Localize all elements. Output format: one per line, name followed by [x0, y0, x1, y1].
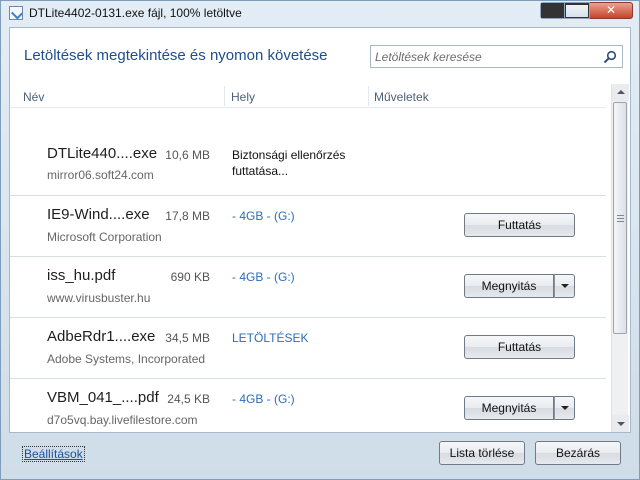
open-button[interactable]: Megnyitás [464, 396, 554, 420]
clear-list-button[interactable]: Lista törlése [439, 441, 525, 465]
download-row[interactable]: VBM_041_....pdf 24,5 KB d7o5vq.bay.livef… [10, 379, 606, 434]
file-source: Adobe Systems, Incorporated [47, 352, 206, 366]
open-options-dropdown[interactable] [554, 274, 575, 298]
column-header-location[interactable]: Hely [231, 90, 255, 104]
file-name: IE9-Wind....exe [47, 206, 150, 223]
download-row[interactable]: AdbeRdr1....exe 34,5 MB Adobe Systems, I… [10, 318, 606, 379]
file-size: 34,5 MB [165, 331, 210, 345]
open-options-dropdown[interactable] [554, 396, 575, 420]
chevron-down-icon [561, 406, 569, 410]
page-title: Letöltések megtekintése és nyomon követé… [24, 47, 328, 64]
file-source: www.virusbuster.hu [47, 291, 151, 305]
file-name: iss_hu.pdf [47, 267, 116, 284]
file-source: mirror06.soft24.com [47, 168, 154, 182]
search-box[interactable] [370, 45, 623, 68]
open-split-button: Megnyitás [464, 396, 575, 420]
file-name: AdbeRdr1....exe [47, 328, 156, 345]
location-link[interactable]: - 4GB - (G:) [232, 270, 295, 284]
column-separator[interactable] [368, 86, 369, 106]
location-link[interactable]: - 4GB - (G:) [232, 392, 295, 406]
download-app-icon [9, 6, 23, 20]
file-source: Microsoft Corporation [47, 230, 162, 244]
file-source: d7o5vq.bay.livefilestore.com [47, 413, 198, 427]
file-name: DTLite440....exe [47, 145, 158, 162]
maximize-button[interactable] [565, 2, 590, 19]
close-window-button[interactable]: ✕ [590, 2, 633, 19]
search-input[interactable] [375, 49, 595, 64]
run-button[interactable]: Futtatás [464, 335, 575, 359]
scroll-up-button[interactable] [612, 84, 629, 101]
caption-buttons: ✕ [540, 2, 633, 19]
search-icon[interactable] [603, 50, 617, 64]
column-headers: Név Hely Műveletek [10, 84, 606, 108]
chevron-down-icon [561, 284, 569, 288]
open-button[interactable]: Megnyitás [464, 274, 554, 298]
close-icon: ✕ [605, 3, 617, 17]
open-split-button: Megnyitás [464, 274, 575, 298]
download-row[interactable]: iss_hu.pdf 690 KB www.virusbuster.hu - 4… [10, 257, 606, 318]
column-header-actions[interactable]: Műveletek [374, 90, 429, 104]
minimize-button[interactable] [540, 2, 565, 19]
scroll-down-button[interactable] [612, 415, 629, 432]
maximize-icon [565, 3, 589, 18]
file-name: VBM_041_....pdf [47, 389, 159, 406]
vertical-scrollbar[interactable] [611, 84, 629, 432]
window-title: DTLite4402-0131.exe fájl, 100% letöltve [29, 6, 242, 20]
arrow-up-icon [617, 90, 625, 94]
column-header-name[interactable]: Név [23, 90, 44, 104]
location-link[interactable]: - 4GB - (G:) [232, 209, 295, 223]
title-bar[interactable]: DTLite4402-0131.exe fájl, 100% letöltve … [1, 1, 639, 27]
scrollbar-thumb[interactable] [613, 102, 627, 334]
settings-link[interactable]: Beállítások [22, 446, 85, 462]
file-size: 690 KB [170, 270, 210, 284]
grip-icon [617, 215, 624, 222]
file-size: 10,6 MB [165, 148, 210, 162]
arrow-down-icon [617, 422, 625, 426]
download-row[interactable]: IE9-Wind....exe 17,8 MB Microsoft Corpor… [10, 196, 606, 257]
status-text: Biztonsági ellenőrzés futtatása... [232, 148, 346, 178]
file-size: 17,8 MB [165, 209, 210, 223]
close-button[interactable]: Bezárás [535, 441, 621, 465]
minimize-icon [541, 3, 564, 18]
file-size: 24,5 KB [167, 392, 210, 406]
download-list: DTLite440....exe 10,6 MB mirror06.soft24… [10, 108, 608, 434]
column-separator[interactable] [224, 86, 225, 106]
location-link[interactable]: LETÖLTÉSEK [232, 331, 308, 345]
downloads-pane: Letöltések megtekintése és nyomon követé… [9, 27, 631, 433]
run-button[interactable]: Futtatás [464, 213, 575, 237]
download-row[interactable]: DTLite440....exe 10,6 MB mirror06.soft24… [10, 108, 606, 196]
download-manager-window: DTLite4402-0131.exe fájl, 100% letöltve … [0, 0, 640, 480]
